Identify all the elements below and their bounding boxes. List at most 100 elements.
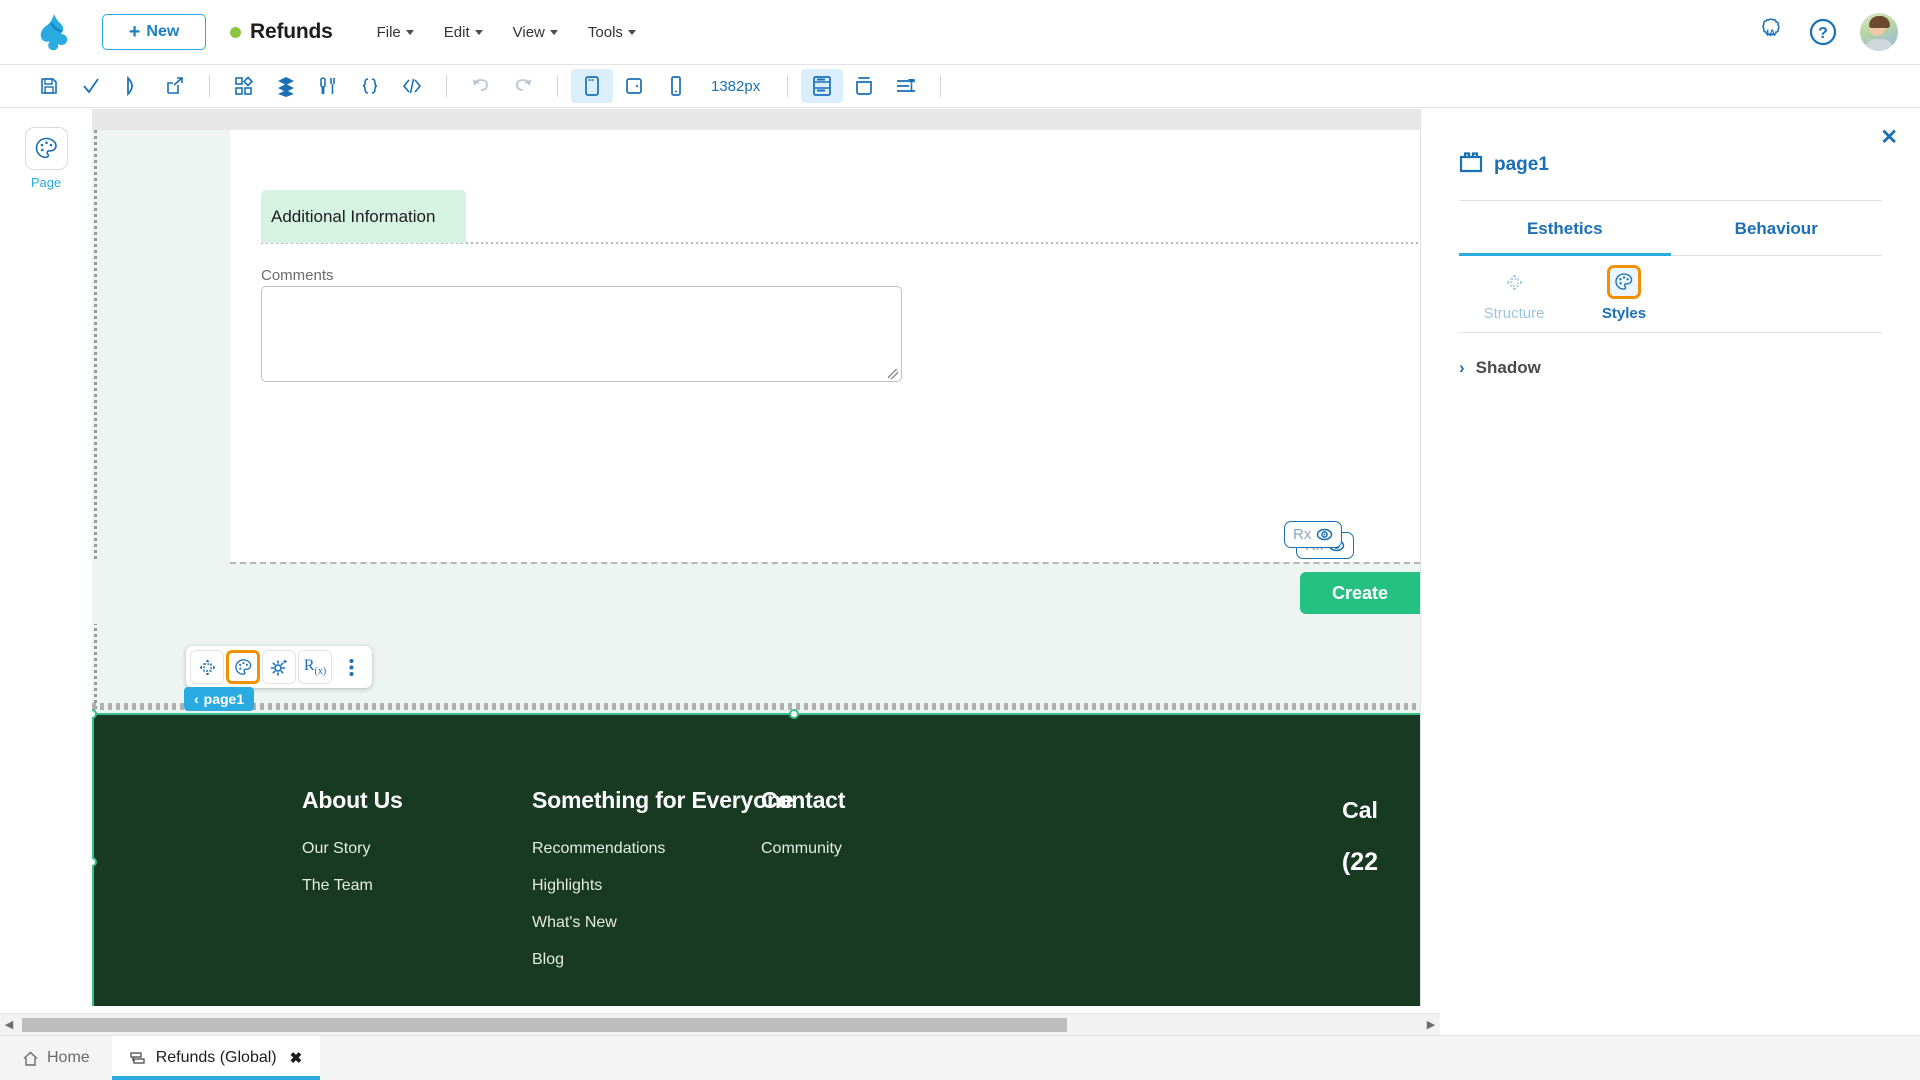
mobile-view-icon[interactable]: [655, 69, 697, 103]
menu-file-label: File: [376, 23, 401, 41]
save-icon[interactable]: [28, 69, 70, 103]
menu-view[interactable]: View: [513, 24, 558, 41]
footer-phone-block: Cal (22: [1240, 797, 1420, 877]
footer-link[interactable]: Recommendations: [532, 840, 793, 858]
footer-heading: About Us: [302, 787, 403, 813]
accordion-shadow[interactable]: › Shadow: [1459, 333, 1882, 378]
viewport-width-value[interactable]: 1382px: [697, 78, 774, 95]
menu-tools[interactable]: Tools: [588, 24, 636, 41]
page-breadcrumb-tag[interactable]: ‹ page1: [184, 687, 255, 711]
scrollbar-track[interactable]: [18, 1017, 1422, 1033]
palette-icon[interactable]: [226, 650, 260, 684]
grid-view-icon[interactable]: [801, 69, 844, 103]
chevron-down-icon: [627, 29, 636, 35]
layers-icon[interactable]: [265, 69, 307, 103]
panel-tabs: Esthetics Behaviour: [1459, 201, 1882, 256]
tools-icon[interactable]: [307, 69, 349, 103]
braces-icon[interactable]: [349, 69, 391, 103]
element-floating-toolbar: R(x): [186, 646, 372, 688]
help-icon[interactable]: ?: [1808, 17, 1838, 47]
toolbar-divider: [209, 75, 210, 97]
page-breadcrumb-label: page1: [203, 691, 245, 707]
properties-panel-title: page1: [1494, 153, 1549, 175]
more-vertical-icon[interactable]: [334, 650, 368, 684]
check-icon[interactable]: [70, 69, 112, 103]
main-toolbar: 1382px: [0, 64, 1920, 108]
accordion-shadow-label: Shadow: [1475, 358, 1541, 377]
components-icon[interactable]: [223, 69, 265, 103]
comments-field-label: Comments: [261, 267, 334, 284]
menu-edit[interactable]: Edit: [444, 24, 483, 41]
frog-logo-icon[interactable]: [34, 10, 74, 54]
rx-badge-label: Rx: [1293, 526, 1312, 543]
toolbar-divider: [446, 75, 447, 97]
horizontal-scrollbar[interactable]: ◀ ▶: [0, 1013, 1440, 1035]
toolbar-divider: [787, 75, 789, 97]
palette-icon: [24, 127, 68, 170]
run-icon[interactable]: [112, 69, 154, 103]
ia-icon[interactable]: IA: [1756, 17, 1786, 47]
selection-handle-top-center[interactable]: [789, 709, 799, 719]
top-bar-actions: IA ?: [1756, 0, 1898, 64]
sidebar-item-page[interactable]: Page: [0, 127, 92, 190]
create-button[interactable]: Create: [1300, 572, 1420, 614]
tab-behaviour[interactable]: Behaviour: [1670, 201, 1882, 256]
chevron-down-icon: [474, 29, 483, 35]
scroll-right-arrow[interactable]: ▶: [1422, 1018, 1440, 1031]
undo-icon[interactable]: [460, 69, 502, 103]
subtab-styles[interactable]: Styles: [1569, 256, 1679, 332]
tablet-view-icon[interactable]: [613, 69, 655, 103]
footer-link[interactable]: Our Story: [302, 840, 403, 858]
section-header-chip[interactable]: Additional Information: [261, 190, 466, 243]
tab-esthetics[interactable]: Esthetics: [1459, 201, 1671, 256]
subtab-structure[interactable]: Structure: [1459, 256, 1569, 332]
redo-icon[interactable]: [502, 69, 544, 103]
svg-text:?: ?: [1818, 25, 1828, 42]
footer-section[interactable]: About Us Our Story The Team Something fo…: [92, 703, 1420, 1006]
panel-subtabs: Structure Styles: [1459, 256, 1882, 333]
close-icon[interactable]: ✕: [1880, 127, 1898, 148]
project-title-group: Refunds: [230, 20, 333, 44]
rx-badge-primary[interactable]: Rx: [1284, 521, 1343, 548]
footer-column-everyone: Something for Everyone Recommendations H…: [532, 787, 794, 988]
container-icon[interactable]: [843, 69, 885, 103]
svg-text:IA: IA: [1767, 28, 1777, 38]
menu-tools-label: Tools: [587, 23, 623, 41]
settings-sparkle-icon[interactable]: [262, 650, 296, 684]
tab-refunds-global[interactable]: Refunds (Global) ✖: [111, 1036, 321, 1080]
action-band-dashed-border: [230, 562, 1420, 624]
align-icon[interactable]: [885, 69, 927, 103]
menu-bar: File Edit View Tools: [377, 24, 636, 41]
publish-icon[interactable]: [154, 69, 196, 103]
tab-home-label: Home: [47, 1049, 90, 1066]
toolbar-divider: [557, 75, 558, 97]
footer-link[interactable]: Blog: [532, 951, 793, 969]
menu-file[interactable]: File: [377, 24, 414, 41]
footer-link[interactable]: Highlights: [532, 877, 793, 895]
tab-home[interactable]: Home: [0, 1036, 112, 1080]
scrollbar-thumb[interactable]: [22, 1017, 1067, 1032]
move-icon[interactable]: [190, 650, 224, 684]
footer-link[interactable]: What's New: [532, 914, 793, 932]
desktop-view-icon[interactable]: [571, 69, 613, 103]
design-canvas[interactable]: Additional Information Comments Create R…: [92, 109, 1420, 1006]
scroll-left-arrow[interactable]: ◀: [0, 1018, 18, 1031]
comments-input[interactable]: [261, 286, 902, 382]
properties-panel: ✕ page1 Esthetics Behaviour Structure St…: [1420, 109, 1920, 1006]
resize-grip-icon[interactable]: [888, 369, 898, 379]
eye-icon: [1317, 528, 1333, 541]
code-icon[interactable]: [391, 69, 433, 103]
close-icon[interactable]: ✖: [290, 1049, 303, 1067]
bottom-tab-bar: Home Refunds (Global) ✖: [0, 1035, 1920, 1080]
chevron-down-icon: [405, 29, 414, 35]
footer-column-about: About Us Our Story The Team: [302, 787, 403, 914]
new-button[interactable]: + New: [102, 14, 206, 50]
avatar-body: [1864, 39, 1894, 51]
page-title: Refunds: [250, 20, 333, 43]
avatar[interactable]: [1860, 13, 1898, 51]
chevron-right-icon: ›: [1459, 358, 1465, 377]
palette-icon: [1607, 265, 1641, 299]
rx-function-icon[interactable]: R(x): [298, 650, 332, 684]
footer-link[interactable]: The Team: [302, 877, 403, 895]
footer-link[interactable]: Community: [761, 840, 845, 858]
